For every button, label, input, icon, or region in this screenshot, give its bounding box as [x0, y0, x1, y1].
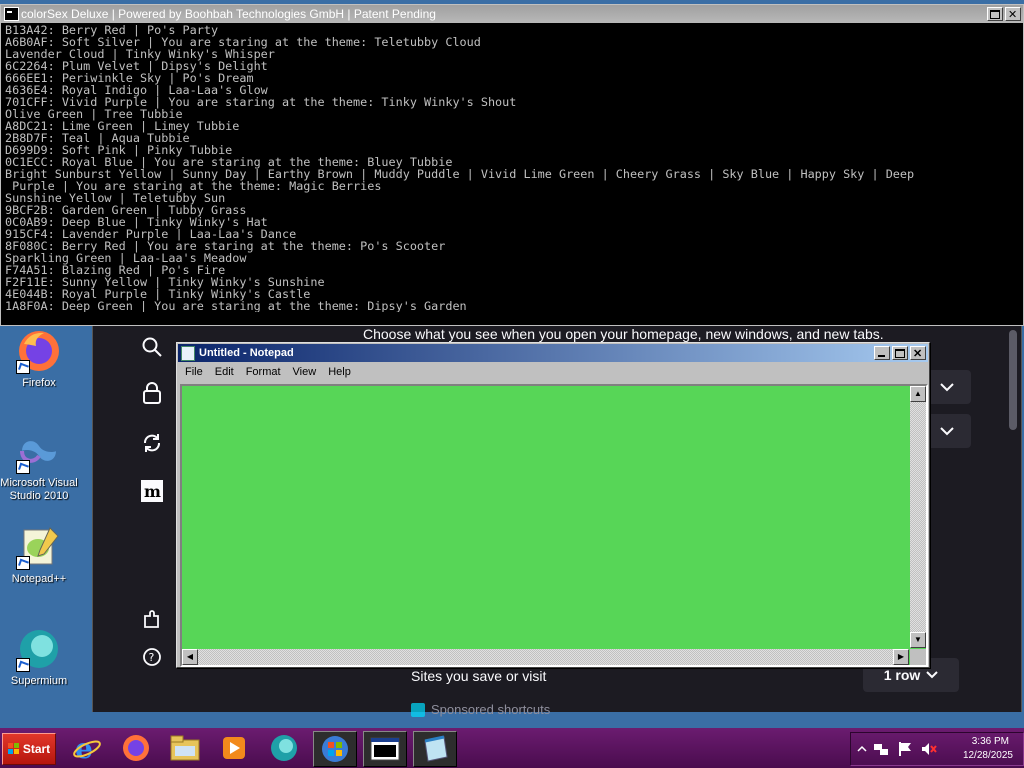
help-icon[interactable]: ?	[141, 646, 163, 668]
svg-text:m: m	[144, 482, 161, 501]
sponsored-shortcuts-checkbox[interactable]: Sponsored shortcuts	[411, 702, 550, 717]
desktop-icon-supermium[interactable]: Supermium	[0, 626, 78, 688]
shortcuts-label: Sites you save or visit	[411, 668, 547, 684]
console-icon	[370, 737, 400, 761]
notepadpp-icon	[16, 524, 62, 570]
network-icon[interactable]	[873, 741, 889, 757]
scroll-up-button[interactable]: ▲	[910, 386, 926, 402]
chevron-down-icon	[940, 383, 954, 392]
extensions-icon[interactable]	[141, 608, 163, 630]
taskbar-firefox[interactable]	[115, 731, 157, 765]
checkbox-box[interactable]	[411, 702, 425, 717]
rows-select-value: 1 row	[883, 667, 921, 683]
notepad-title: Untitled - Notepad	[199, 347, 294, 359]
windows-icon	[322, 736, 348, 762]
notepad-icon	[181, 346, 195, 361]
taskbar-windows[interactable]	[313, 731, 357, 767]
firefox-icon	[123, 735, 149, 761]
console-window[interactable]: colorSex Deluxe | Powered by Boohbah Tec…	[0, 4, 1024, 326]
start-label: Start	[22, 742, 51, 756]
notepad-edit-area: ▲ ▼ ◀ ▶	[180, 384, 928, 667]
console-line: 1A8F0A: Deep Green | You are staring at …	[5, 299, 467, 312]
close-button[interactable]	[1005, 6, 1021, 24]
notepad-titlebar[interactable]: Untitled - Notepad	[178, 344, 928, 363]
desktop-icon-label: Supermium	[10, 675, 68, 687]
taskbar-media-player[interactable]	[213, 731, 255, 765]
close-button[interactable]	[910, 345, 926, 363]
vertical-scrollbar[interactable]: ▲ ▼	[910, 386, 926, 648]
start-button[interactable]: Start	[2, 733, 56, 765]
scrollbar-thumb[interactable]	[1009, 330, 1017, 430]
svg-text:?: ?	[149, 651, 155, 664]
scroll-down-button[interactable]: ▼	[910, 632, 926, 648]
maximize-button[interactable]	[892, 346, 908, 360]
desktop-icon-firefox[interactable]: Firefox	[0, 328, 78, 390]
taskbar-console[interactable]	[363, 731, 407, 767]
flag-icon[interactable]	[897, 741, 913, 757]
homepage-settings-heading: Choose what you see when you open your h…	[363, 326, 884, 342]
supermium-icon	[271, 735, 297, 761]
taskbar-supermium[interactable]	[263, 731, 305, 765]
taskbar: Start e 3:36 PM 12/28/2025	[0, 728, 1024, 768]
notepad-menubar: File Edit Format View Help	[179, 363, 929, 381]
desktop-icon-visual-studio[interactable]: Microsoft Visual Studio 2010	[0, 428, 78, 503]
scroll-left-button[interactable]: ◀	[182, 649, 198, 665]
settings-scrollbar[interactable]	[1007, 330, 1017, 710]
sponsored-shortcuts-label: Sponsored shortcuts	[431, 702, 551, 717]
menu-help[interactable]: Help	[322, 363, 357, 381]
taskbar-notepad[interactable]	[413, 731, 457, 767]
console-icon	[4, 7, 19, 21]
menu-file[interactable]: File	[179, 363, 209, 381]
volume-muted-icon[interactable]	[921, 741, 937, 757]
minimize-button[interactable]	[874, 346, 890, 360]
taskbar-file-explorer[interactable]	[164, 731, 206, 765]
mozilla-icon[interactable]: m	[141, 480, 163, 502]
homepage-select[interactable]	[923, 370, 971, 404]
media-player-icon	[223, 737, 245, 759]
desktop: Firefox Microsoft Visual Studio 2010 Not…	[0, 0, 1024, 728]
taskbar-internet-explorer[interactable]: e	[66, 731, 108, 765]
desktop-icon-notepadpp[interactable]: Notepad++	[0, 524, 78, 586]
search-icon[interactable]	[141, 336, 163, 358]
console-output: B13A42: Berry Red | Po's Party A6B0AF: So…	[1, 23, 1023, 312]
console-title: colorSex Deluxe | Powered by Boohbah Tec…	[21, 7, 436, 21]
desktop-icon-label: Firefox	[22, 377, 56, 389]
desktop-icon-label: Microsoft Visual Studio 2010	[0, 477, 78, 502]
file-explorer-icon	[170, 735, 200, 761]
notepad-window[interactable]: Untitled - Notepad File Edit Format View…	[176, 342, 930, 668]
internet-explorer-icon: e	[73, 733, 101, 763]
menu-edit[interactable]: Edit	[209, 363, 240, 381]
size-grip	[910, 649, 926, 665]
lock-icon[interactable]	[141, 382, 163, 404]
clock-time[interactable]: 3:36 PM	[972, 736, 1009, 747]
sync-icon[interactable]	[141, 432, 163, 454]
horizontal-scrollbar[interactable]: ◀ ▶	[182, 649, 909, 665]
chevron-up-icon[interactable]	[857, 744, 867, 754]
chevron-down-icon	[940, 427, 954, 436]
system-tray: 3:36 PM 12/28/2025	[850, 732, 1024, 766]
visual-studio-icon	[16, 428, 62, 474]
windows-flag-icon	[7, 743, 19, 754]
new-windows-select[interactable]	[923, 414, 971, 448]
menu-format[interactable]: Format	[240, 363, 287, 381]
menu-view[interactable]: View	[287, 363, 323, 381]
supermium-icon	[16, 626, 62, 672]
maximize-button[interactable]	[987, 7, 1003, 21]
scroll-right-button[interactable]: ▶	[893, 649, 909, 665]
clock-date[interactable]: 12/28/2025	[963, 750, 1013, 761]
notepad-icon	[424, 735, 448, 762]
chevron-down-icon	[926, 671, 938, 679]
console-titlebar[interactable]: colorSex Deluxe | Powered by Boohbah Tec…	[1, 5, 1023, 24]
notepad-text-input[interactable]	[182, 386, 909, 648]
desktop-icon-label: Notepad++	[11, 573, 67, 585]
firefox-icon	[16, 328, 62, 374]
